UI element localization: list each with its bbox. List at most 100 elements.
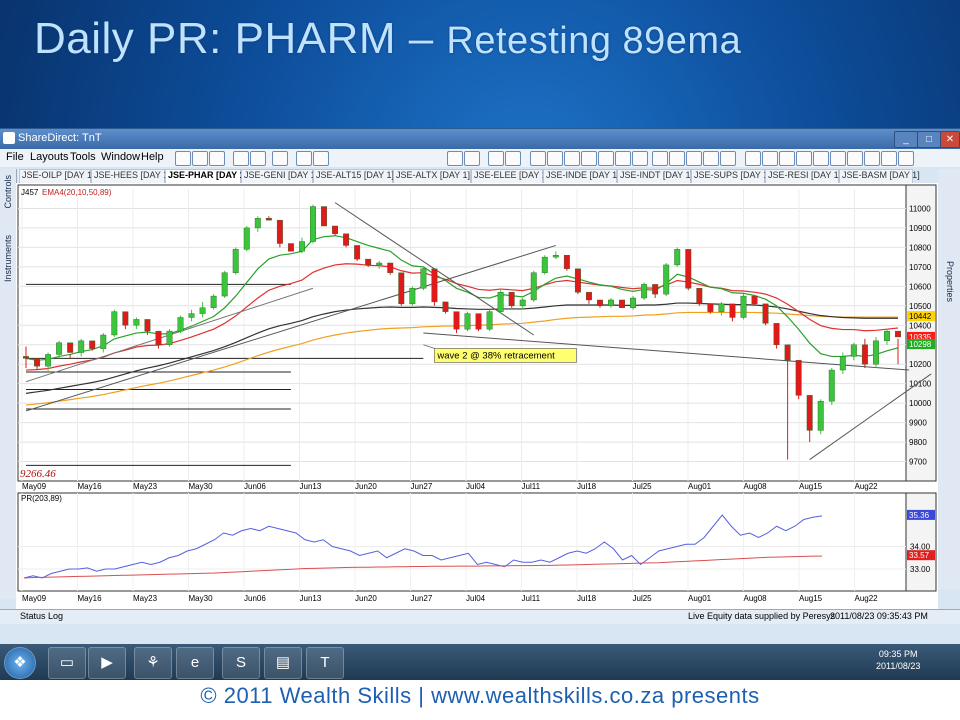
chart-canvas[interactable]: 1100010900108001070010600105001040010300… xyxy=(16,183,938,611)
toolbar-button-icon[interactable] xyxy=(881,151,897,166)
rail-properties[interactable]: Properties xyxy=(945,261,955,302)
toolbar-button-icon[interactable] xyxy=(464,151,480,166)
toolbar-button-icon[interactable] xyxy=(720,151,736,166)
candle-body xyxy=(354,245,361,260)
toolbar-button-icon[interactable] xyxy=(598,151,614,166)
toolbar-button-icon[interactable] xyxy=(564,151,580,166)
toolbar-button-icon[interactable] xyxy=(762,151,778,166)
menu-layouts[interactable]: Layouts xyxy=(30,151,69,163)
tab-jse-hees[interactable]: JSE-HEES [DAY 1] xyxy=(91,169,171,183)
tab-jse-resi[interactable]: JSE-RESI [DAY 1] xyxy=(765,169,841,183)
toolbar-button-icon[interactable] xyxy=(796,151,812,166)
price-tick-label: 9700 xyxy=(909,458,927,467)
candle-body xyxy=(641,284,648,299)
indicator-tick-label: 34.00 xyxy=(910,543,931,552)
candle-body xyxy=(497,291,504,312)
tab-jse-alt15[interactable]: JSE-ALT15 [DAY 1] xyxy=(313,169,394,183)
candle-body xyxy=(696,288,703,305)
system-clock[interactable]: 09:35 PM 2011/08/23 xyxy=(876,648,920,672)
candle-body xyxy=(276,219,283,244)
tab-jse-altx[interactable]: JSE-ALTX [DAY 1] xyxy=(393,169,471,183)
toolbar-button-icon[interactable] xyxy=(779,151,795,166)
ie-icon[interactable]: e xyxy=(176,647,214,679)
toolbar-button-icon[interactable] xyxy=(296,151,312,166)
candle-body xyxy=(221,272,228,297)
rail-instruments[interactable]: Instruments xyxy=(3,235,13,282)
candle-body xyxy=(850,344,857,357)
candle-body xyxy=(861,344,868,365)
toolbar-button-icon[interactable] xyxy=(703,151,719,166)
tab-jse-inde[interactable]: JSE-INDE [DAY 1] xyxy=(543,169,620,183)
start-icon[interactable]: ❖ xyxy=(4,647,36,679)
tab-jse-elee[interactable]: JSE-ELEE [DAY 1] xyxy=(471,169,549,183)
indicator-date-label: Jul11 xyxy=(522,594,541,603)
candle-body xyxy=(619,299,626,308)
media-icon[interactable]: ▶ xyxy=(88,647,126,679)
tab-jse-oilp[interactable]: JSE-OILP [DAY 1] xyxy=(19,169,95,183)
toolbar-button-icon[interactable] xyxy=(209,151,225,166)
chart-icon[interactable]: ⚘ xyxy=(134,647,172,679)
price-date-label: Aug08 xyxy=(744,482,768,491)
tab-jse-geni[interactable]: JSE-GENI [DAY 1] xyxy=(241,169,318,183)
toolbar-button-icon[interactable] xyxy=(505,151,521,166)
menu-bar: File Layouts Tools Window Help xyxy=(0,149,960,167)
toolbar-button-icon[interactable] xyxy=(615,151,631,166)
toolbar-button-icon[interactable] xyxy=(830,151,846,166)
tab-jse-sups[interactable]: JSE-SUPS [DAY 1] xyxy=(691,169,771,183)
candle-body xyxy=(751,295,758,305)
toolbar-button-icon[interactable] xyxy=(632,151,648,166)
indicator-date-label: Jun06 xyxy=(244,594,266,603)
menu-help[interactable]: Help xyxy=(141,151,164,163)
toolbar-button-icon[interactable] xyxy=(847,151,863,166)
candle-body xyxy=(376,262,383,266)
candle-body xyxy=(784,344,791,361)
tab-jse-phar[interactable]: JSE-PHAR [DAY 1] xyxy=(165,169,248,183)
close-icon[interactable]: ✕ xyxy=(940,131,960,148)
doc-icon[interactable]: ▤ xyxy=(264,647,302,679)
toolbar-button-icon[interactable] xyxy=(447,151,463,166)
toolbar-button-icon[interactable] xyxy=(488,151,504,166)
price-date-label: May30 xyxy=(189,482,214,491)
candle-body xyxy=(398,272,405,305)
toolbar-button-icon[interactable] xyxy=(547,151,563,166)
indicator-date-label: Aug08 xyxy=(744,594,768,603)
candle-body xyxy=(310,206,316,242)
candle-body xyxy=(431,268,438,303)
toolbar-button-icon[interactable] xyxy=(669,151,685,166)
toolbar-button-icon[interactable] xyxy=(192,151,208,166)
menu-tools[interactable]: Tools xyxy=(70,151,96,163)
toolbar-button-icon[interactable] xyxy=(864,151,880,166)
candle-body xyxy=(89,340,96,349)
toolbar-button-icon[interactable] xyxy=(581,151,597,166)
toolbar-button-icon[interactable] xyxy=(250,151,266,166)
toolbar-button-icon[interactable] xyxy=(898,151,914,166)
toolbar-button-icon[interactable] xyxy=(233,151,249,166)
toolbar-button-icon[interactable] xyxy=(175,151,191,166)
candle-body xyxy=(442,301,449,312)
toolbar-button-icon[interactable] xyxy=(530,151,546,166)
tab-jse-indt[interactable]: JSE-INDT [DAY 1] xyxy=(617,169,693,183)
toolbar-button-icon[interactable] xyxy=(313,151,329,166)
menu-window[interactable]: Window xyxy=(101,151,140,163)
candle-body xyxy=(663,264,670,295)
candle-body xyxy=(365,258,372,266)
rail-controls[interactable]: Controls xyxy=(3,175,13,209)
app-window: ShareDirect: TnT _ □ ✕ File Layouts Tool… xyxy=(0,128,960,645)
tab-jse-basm[interactable]: JSE-BASM [DAY 1] xyxy=(839,169,920,183)
toolbar-button-icon[interactable] xyxy=(652,151,668,166)
candle-body xyxy=(387,262,394,273)
toolbar-button-icon[interactable] xyxy=(272,151,288,166)
toolbar-button-icon[interactable] xyxy=(745,151,761,166)
folder-icon[interactable]: ▭ xyxy=(48,647,86,679)
skype-icon[interactable]: S xyxy=(222,647,260,679)
menu-file[interactable]: File xyxy=(6,151,24,163)
status-log[interactable]: Status Log xyxy=(20,611,63,621)
maximize-icon[interactable]: □ xyxy=(917,131,941,148)
indicator-date-label: Aug01 xyxy=(688,594,712,603)
toolbar-button-icon[interactable] xyxy=(813,151,829,166)
tnt-icon[interactable]: T xyxy=(306,647,344,679)
indicator-date-label: May16 xyxy=(78,594,103,603)
minimize-icon[interactable]: _ xyxy=(894,131,918,148)
candle-body xyxy=(806,395,813,431)
toolbar-button-icon[interactable] xyxy=(686,151,702,166)
